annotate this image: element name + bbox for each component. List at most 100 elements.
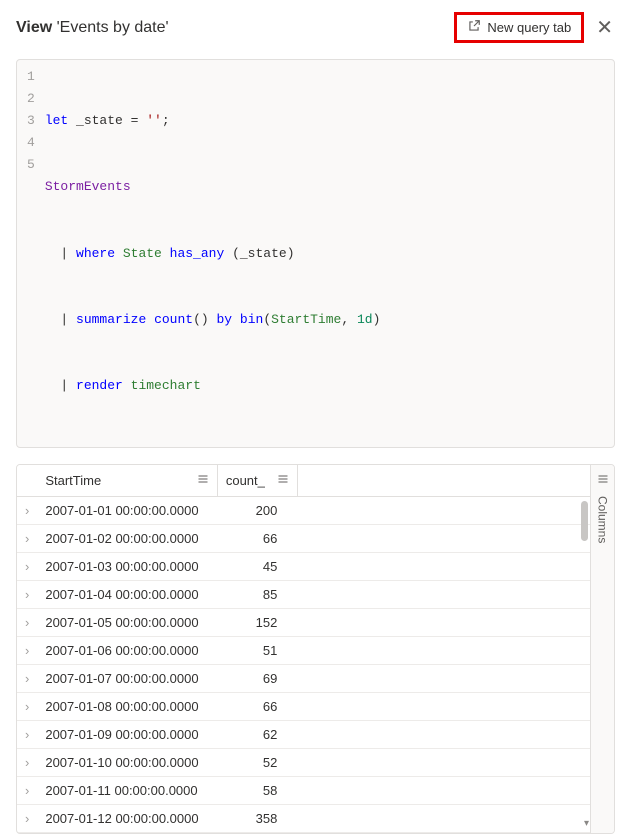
cell-starttime: 2007-01-12 00:00:00.0000 [37,805,217,833]
column-label: StartTime [45,473,101,488]
table-row[interactable]: ›2007-01-01 00:00:00.0000200 [17,497,590,525]
code-line: | summarize count() by bin(StartTime, 1d… [45,309,381,331]
cell-count: 58 [217,777,297,805]
table-row[interactable]: ›2007-01-09 00:00:00.000062 [17,721,590,749]
expand-row-chevron-icon[interactable]: › [17,525,37,553]
cell-count: 51 [217,637,297,665]
line-number: 3 [27,110,35,132]
column-menu-icon[interactable] [277,473,289,488]
cell-empty [297,609,590,637]
cell-starttime: 2007-01-06 00:00:00.0000 [37,637,217,665]
cell-empty [297,581,590,609]
expand-row-chevron-icon[interactable]: › [17,777,37,805]
cell-count: 69 [217,665,297,693]
expand-row-chevron-icon[interactable]: › [17,637,37,665]
cell-count: 174 [217,833,297,834]
cell-empty [297,497,590,525]
cell-starttime: 2007-01-13 00:00:00.0000 [37,833,217,834]
table-row[interactable]: ›2007-01-04 00:00:00.000085 [17,581,590,609]
code-line: StormEvents [45,176,381,198]
expand-row-chevron-icon[interactable]: › [17,581,37,609]
scroll-arrow-down-icon[interactable]: ▾ [584,818,589,829]
cell-starttime: 2007-01-08 00:00:00.0000 [37,693,217,721]
cell-starttime: 2007-01-05 00:00:00.0000 [37,609,217,637]
table-row[interactable]: ›2007-01-13 00:00:00.0000174 [17,833,590,834]
cell-empty [297,525,590,553]
cell-starttime: 2007-01-11 00:00:00.0000 [37,777,217,805]
expand-row-chevron-icon[interactable]: › [17,553,37,581]
column-label: count_ [226,473,265,488]
title-prefix: View [16,19,52,36]
cell-empty [297,693,590,721]
title-query-name: 'Events by date' [57,19,169,36]
code-lines[interactable]: let _state = ''; StormEvents | where Sta… [45,66,391,441]
cell-empty [297,665,590,693]
table-row[interactable]: ›2007-01-07 00:00:00.000069 [17,665,590,693]
cell-starttime: 2007-01-03 00:00:00.0000 [37,553,217,581]
cell-empty [297,805,590,833]
table-row[interactable]: ›2007-01-12 00:00:00.0000358 [17,805,590,833]
column-header-count[interactable]: count_ [217,465,297,497]
expand-row-chevron-icon[interactable]: › [17,609,37,637]
cell-starttime: 2007-01-02 00:00:00.0000 [37,525,217,553]
table-row[interactable]: ›2007-01-06 00:00:00.000051 [17,637,590,665]
cell-count: 85 [217,581,297,609]
cell-starttime: 2007-01-07 00:00:00.0000 [37,665,217,693]
code-line: let _state = ''; [45,110,381,132]
query-code-block: 1 2 3 4 5 let _state = ''; StormEvents |… [16,59,615,448]
table-row[interactable]: ›2007-01-03 00:00:00.000045 [17,553,590,581]
expand-row-chevron-icon[interactable]: › [17,833,37,834]
cell-count: 66 [217,525,297,553]
cell-empty [297,721,590,749]
code-line: | where State has_any (_state) [45,243,381,265]
results-table-wrap[interactable]: StartTime count_ [17,465,590,833]
table-row[interactable]: ›2007-01-11 00:00:00.000058 [17,777,590,805]
close-button[interactable]: ✕ [594,18,615,38]
cell-starttime: 2007-01-04 00:00:00.0000 [37,581,217,609]
columns-side-tab[interactable]: Columns [590,465,614,833]
line-number: 2 [27,88,35,110]
open-new-tab-icon [467,19,481,36]
scrollbar-thumb[interactable] [581,501,588,541]
cell-starttime: 2007-01-10 00:00:00.0000 [37,749,217,777]
cell-count: 358 [217,805,297,833]
new-query-tab-button[interactable]: New query tab [454,12,584,43]
expand-row-chevron-icon[interactable]: › [17,693,37,721]
column-header-empty [297,465,590,497]
table-row[interactable]: ›2007-01-02 00:00:00.000066 [17,525,590,553]
cell-count: 62 [217,721,297,749]
table-row[interactable]: ›2007-01-08 00:00:00.000066 [17,693,590,721]
expand-row-chevron-icon[interactable]: › [17,721,37,749]
table-row[interactable]: ›2007-01-05 00:00:00.0000152 [17,609,590,637]
table-row[interactable]: ›2007-01-10 00:00:00.000052 [17,749,590,777]
cell-count: 66 [217,693,297,721]
cell-empty [297,637,590,665]
expand-row-chevron-icon[interactable]: › [17,749,37,777]
cell-count: 45 [217,553,297,581]
cell-starttime: 2007-01-01 00:00:00.0000 [37,497,217,525]
cell-empty [297,749,590,777]
cell-empty [297,833,590,834]
line-number: 4 [27,132,35,154]
results-table: StartTime count_ [17,465,590,833]
cell-empty [297,777,590,805]
cell-count: 52 [217,749,297,777]
code-gutter: 1 2 3 4 5 [17,66,45,441]
expand-row-chevron-icon[interactable]: › [17,805,37,833]
expand-column-header [17,465,37,497]
header-actions: New query tab ✕ [454,12,615,43]
cell-count: 200 [217,497,297,525]
column-header-starttime[interactable]: StartTime [37,465,217,497]
columns-side-label: Columns [596,496,610,543]
cell-starttime: 2007-01-09 00:00:00.0000 [37,721,217,749]
cell-count: 152 [217,609,297,637]
column-menu-icon[interactable] [197,473,209,488]
code-line: | render timechart [45,375,381,397]
expand-row-chevron-icon[interactable]: › [17,497,37,525]
results-panel: StartTime count_ [16,464,615,834]
expand-row-chevron-icon[interactable]: › [17,665,37,693]
columns-icon [597,473,609,488]
new-query-tab-label: New query tab [487,20,571,35]
page-title: View 'Events by date' [16,19,169,37]
header: View 'Events by date' New query tab ✕ [0,0,631,51]
